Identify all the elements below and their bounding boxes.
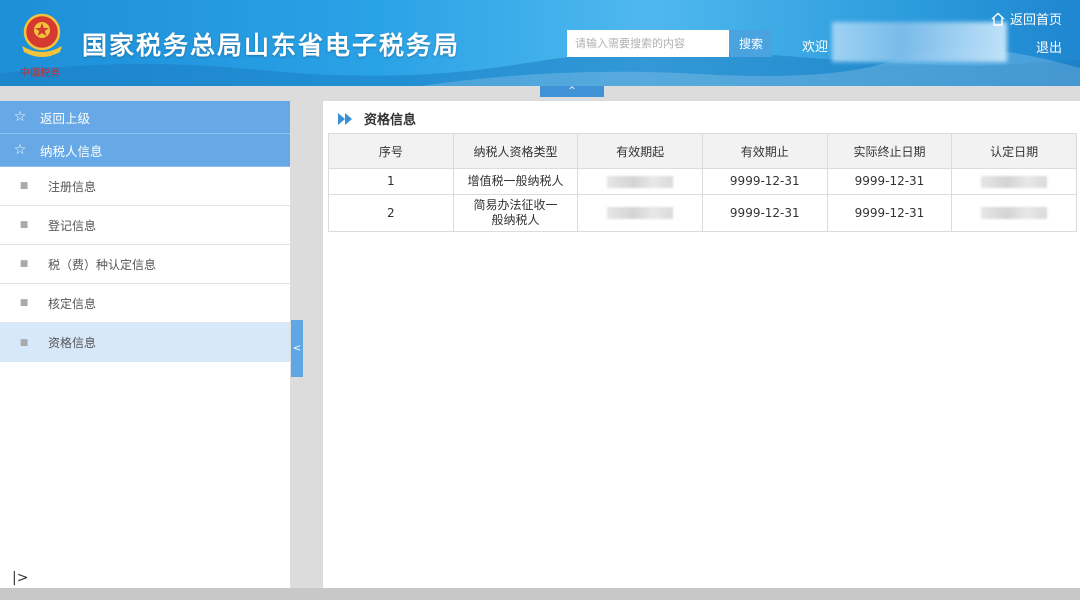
sidebar-item-label: 登记信息	[48, 218, 97, 233]
sidebar-back-item[interactable]: ☆ 返回上级	[0, 101, 290, 134]
collapse-header-button[interactable]: ^	[540, 86, 604, 97]
sidebar-item-registration[interactable]: ■ 注册信息	[0, 167, 290, 206]
welcome-text: 欢迎	[802, 40, 829, 55]
sidebar-collapse-button[interactable]: <	[291, 320, 303, 377]
cell-recognized-date	[951, 168, 1077, 195]
sidebar-back-label: 返回上级	[40, 110, 91, 126]
qualification-table: 序号 纳税人资格类型 有效期起 有效期止 实际终止日期 认定日期 1 增值税一般…	[328, 133, 1077, 232]
column-header: 认定日期	[951, 133, 1077, 169]
sidebar-section-label: 纳税人信息	[40, 143, 103, 159]
cell-type: 增值税一般纳税人	[452, 168, 579, 195]
column-header: 有效期起	[577, 133, 703, 169]
bullet-icon: ■	[19, 220, 29, 230]
home-icon	[991, 12, 1005, 26]
sidebar-item-qualification[interactable]: ■ 资格信息	[0, 323, 290, 362]
sidebar-item-assessment[interactable]: ■ 核定信息	[0, 284, 290, 323]
cell-type: 简易办法征收一般纳税人	[452, 194, 579, 232]
star-icon: ☆	[13, 142, 27, 158]
cell-actual-end: 9999-12-31	[826, 194, 953, 232]
column-header: 实际终止日期	[826, 133, 953, 169]
bottom-bar	[0, 588, 1080, 600]
cell-valid-to: 9999-12-31	[701, 168, 828, 195]
bullet-icon: ■	[19, 337, 29, 348]
table-header-row: 序号 纳税人资格类型 有效期起 有效期止 实际终止日期 认定日期	[328, 133, 1077, 169]
search-button[interactable]: 搜索	[730, 30, 772, 57]
tax-emblem-icon	[22, 13, 62, 57]
bullet-icon: ■	[19, 259, 29, 269]
cell-recognized-date	[951, 194, 1077, 232]
cell-index: 1	[328, 168, 454, 195]
expand-icon[interactable]: |>	[12, 570, 28, 586]
cell-valid-to: 9999-12-31	[701, 194, 828, 232]
sidebar-item-label: 税（费）种认定信息	[48, 257, 157, 272]
redacted-value	[981, 175, 1048, 188]
sidebar-item-label: 注册信息	[48, 179, 97, 194]
star-icon: ☆	[13, 109, 27, 125]
main-panel: 资格信息 序号 纳税人资格类型 有效期起 有效期止 实际终止日期 认定日期 1 …	[323, 101, 1080, 588]
page-title-label: 资格信息	[364, 113, 417, 128]
redacted-username	[832, 22, 1007, 62]
column-header: 序号	[328, 133, 454, 169]
cell-valid-from	[577, 194, 703, 232]
redacted-value	[607, 207, 674, 219]
table-row: 2 简易办法征收一般纳税人 9999-12-31 9999-12-31	[328, 194, 1077, 232]
bullet-icon: ■	[19, 181, 29, 191]
emblem-caption: 中国税务	[20, 68, 60, 79]
redacted-value	[607, 175, 674, 188]
cell-actual-end: 9999-12-31	[826, 168, 953, 195]
sidebar-section-header[interactable]: ☆ 纳税人信息	[0, 134, 290, 167]
sidebar-item-label: 资格信息	[48, 336, 97, 350]
search-input[interactable]	[567, 30, 729, 57]
sidebar-item-tax-type[interactable]: ■ 税（费）种认定信息	[0, 245, 290, 284]
sidebar: ☆ 返回上级 ☆ 纳税人信息 ■ 注册信息 ■ 登记信息 ■ 税（费）种认定信息…	[0, 101, 290, 588]
column-header: 纳税人资格类型	[452, 133, 579, 169]
table-row: 1 增值税一般纳税人 9999-12-31 9999-12-31	[328, 168, 1077, 195]
column-header: 有效期止	[701, 133, 828, 169]
cell-valid-from	[577, 168, 703, 195]
cell-index: 2	[328, 194, 454, 232]
redacted-value	[981, 207, 1048, 219]
sidebar-item-label: 核定信息	[48, 296, 97, 311]
home-link[interactable]: 返回首页	[990, 9, 1062, 28]
header-banner: 中国税务 国家税务总局山东省电子税务局 搜索 欢迎 返回首页 退出	[0, 0, 1080, 86]
sidebar-item-enrollment[interactable]: ■ 登记信息	[0, 206, 290, 245]
page-title: 资格信息	[338, 109, 416, 128]
double-arrow-icon	[338, 112, 352, 125]
home-link-label: 返回首页	[1009, 13, 1062, 28]
site-title: 国家税务总局山东省电子税务局	[82, 31, 461, 60]
logout-link[interactable]: 退出	[1036, 37, 1062, 56]
bullet-icon: ■	[19, 298, 29, 308]
